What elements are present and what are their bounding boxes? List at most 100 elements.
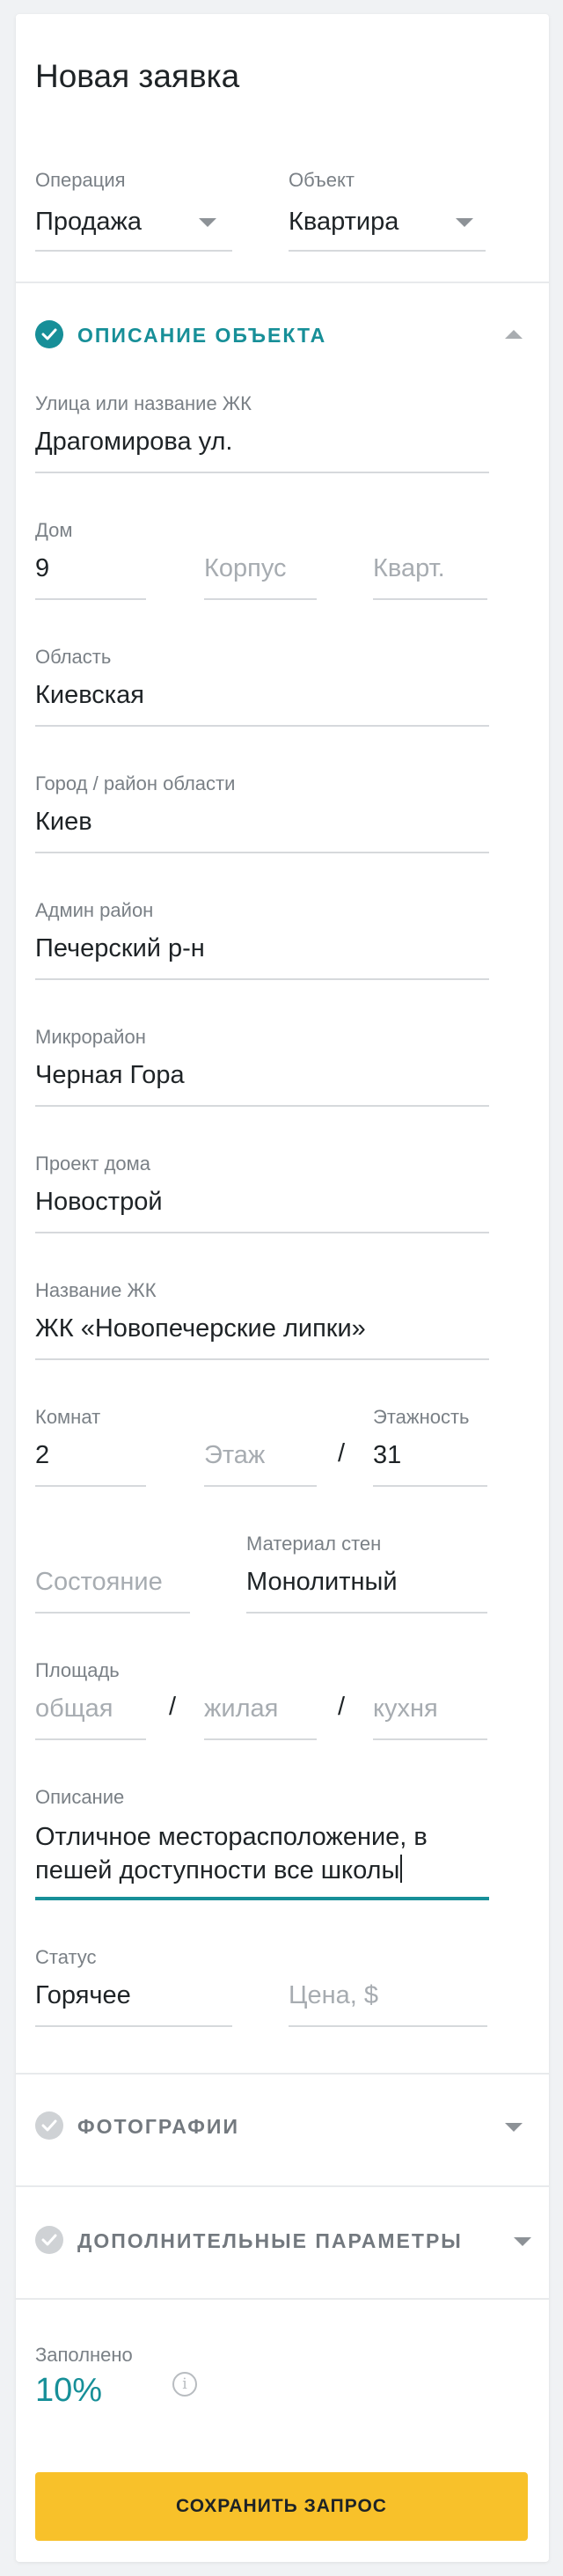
floors-total-underline (373, 1485, 487, 1487)
building-field[interactable]: Корпус (204, 516, 317, 604)
condition-underline (35, 1612, 190, 1614)
region-label: Область (35, 646, 112, 668)
city-underline (35, 852, 489, 853)
operation-underline (35, 250, 232, 252)
object-label: Объект (289, 169, 355, 191)
area-kitchen-underline (373, 1738, 487, 1740)
floors-total-value: 31 (373, 1441, 402, 1469)
chevron-down-icon (514, 2237, 531, 2246)
wall-material-label: Материал стен (246, 1533, 382, 1555)
condition-placeholder: Состояние (35, 1568, 163, 1596)
status-select[interactable]: Статус Горячее (35, 1943, 232, 2031)
area-total-placeholder: общая (35, 1694, 113, 1723)
floor-field[interactable]: Этаж (204, 1402, 317, 1490)
chevron-down-icon (456, 218, 473, 227)
city-value: Киев (35, 808, 92, 836)
description-line-1: Отличное месторасположение, в (35, 1823, 428, 1851)
region-field[interactable]: Область Киевская (35, 642, 489, 730)
description-line-2: пешей доступности все школы (35, 1856, 400, 1884)
divider (16, 282, 549, 283)
save-request-button[interactable]: СОХРАНИТЬ ЗАПРОС (35, 2472, 528, 2541)
chevron-down-icon (199, 218, 216, 227)
description-line-2-wrap: пешей доступности все школы (35, 1855, 403, 1886)
apartment-underline (373, 598, 487, 600)
check-circle-icon (35, 2111, 63, 2140)
check-circle-icon (35, 2226, 63, 2254)
section-header-extra-params[interactable]: ДОПОЛНИТЕЛЬНЫЕ ПАРАМЕТРЫ (35, 2222, 531, 2261)
area-kitchen-placeholder: кухня (373, 1694, 438, 1723)
area-living-underline (204, 1738, 317, 1740)
description-textarea[interactable]: Описание Отличное месторасположение, в п… (35, 1782, 489, 1914)
complex-name-value: ЖК «Новопечерские липки» (35, 1314, 366, 1343)
status-underline (35, 2025, 232, 2027)
house-project-label: Проект дома (35, 1153, 151, 1175)
divider (16, 2298, 549, 2300)
object-underline (289, 250, 486, 252)
street-value: Драгомирова ул. (35, 428, 233, 456)
region-value: Киевская (35, 681, 144, 709)
info-icon[interactable]: i (172, 2372, 197, 2397)
new-request-form-card: Новая заявка Операция Продажа Объект Ква… (16, 14, 549, 2562)
building-underline (204, 598, 317, 600)
wall-material-underline (246, 1612, 487, 1614)
description-label: Описание (35, 1786, 125, 1808)
section-header-photos[interactable]: ФОТОГРАФИИ (35, 2108, 528, 2147)
operation-select[interactable]: Операция Продажа (35, 155, 232, 253)
rooms-field[interactable]: Комнат 2 (35, 1402, 146, 1490)
area-separator: / (169, 1693, 177, 1721)
progress-value: 10% (35, 2372, 103, 2409)
divider (16, 2073, 549, 2075)
divider (16, 2185, 549, 2187)
region-underline (35, 725, 489, 727)
house-field[interactable]: Дом 9 (35, 516, 146, 604)
check-circle-icon (35, 320, 63, 348)
text-cursor (400, 1855, 403, 1883)
chevron-down-icon (505, 2123, 523, 2132)
street-field[interactable]: Улица или название ЖК Драгомирова ул. (35, 389, 489, 477)
rooms-underline (35, 1485, 146, 1487)
house-project-underline (35, 1232, 489, 1233)
city-field[interactable]: Город / район области Киев (35, 769, 489, 857)
wall-material-field[interactable]: Материал стен Монолитный (246, 1529, 487, 1617)
building-placeholder: Корпус (204, 554, 287, 582)
condition-field[interactable]: Состояние (35, 1529, 190, 1617)
area-total-field[interactable]: общая (35, 1656, 146, 1744)
street-underline (35, 472, 489, 473)
page-title: Новая заявка (35, 58, 240, 94)
area-living-field[interactable]: жилая (204, 1656, 317, 1744)
wall-material-value: Монолитный (246, 1568, 398, 1596)
object-select[interactable]: Объект Квартира (289, 155, 486, 253)
floors-total-label: Этажность (373, 1406, 470, 1428)
price-placeholder: Цена, $ (289, 1981, 378, 2009)
floor-placeholder: Этаж (204, 1441, 266, 1469)
status-label: Статус (35, 1946, 97, 1968)
house-project-value: Новострой (35, 1188, 163, 1216)
complex-name-label: Название ЖК (35, 1279, 157, 1301)
section-header-description[interactable]: ОПИСАНИЕ ОБЪЕКТА (35, 317, 528, 355)
description-underline-active (35, 1897, 489, 1900)
area-kitchen-field[interactable]: кухня (373, 1656, 487, 1744)
house-value: 9 (35, 554, 50, 582)
apartment-field[interactable]: Кварт. (373, 516, 487, 604)
apartment-placeholder: Кварт. (373, 554, 445, 582)
price-field[interactable]: Цена, $ (289, 1943, 487, 2031)
house-label: Дом (35, 519, 73, 541)
house-underline (35, 598, 146, 600)
house-project-field[interactable]: Проект дома Новострой (35, 1149, 489, 1237)
admin-district-underline (35, 978, 489, 980)
progress-label: Заполнено (35, 2344, 133, 2366)
complex-name-underline (35, 1358, 489, 1360)
complex-name-field[interactable]: Название ЖК ЖК «Новопечерские липки» (35, 1276, 489, 1364)
microdistrict-label: Микрорайон (35, 1026, 146, 1048)
street-label: Улица или название ЖК (35, 392, 252, 414)
microdistrict-underline (35, 1105, 489, 1107)
city-label: Город / район области (35, 772, 236, 794)
floors-total-field[interactable]: Этажность 31 (373, 1402, 487, 1490)
status-value: Горячее (35, 1981, 131, 2009)
microdistrict-field[interactable]: Микрорайон Черная Гора (35, 1022, 489, 1110)
operation-value: Продажа (35, 208, 143, 236)
floor-underline (204, 1485, 317, 1487)
rooms-value: 2 (35, 1441, 50, 1469)
admin-district-field[interactable]: Админ район Печерский р-н (35, 896, 489, 984)
microdistrict-value: Черная Гора (35, 1061, 185, 1089)
